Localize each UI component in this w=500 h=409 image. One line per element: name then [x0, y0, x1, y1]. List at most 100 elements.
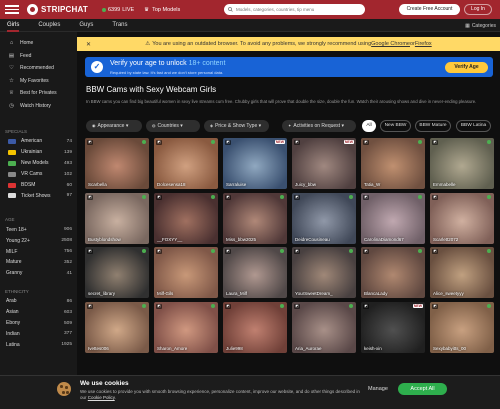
sidebar-item-ethnicity[interactable]: Ebony 509	[0, 318, 77, 329]
pill-all[interactable]: All	[362, 120, 376, 132]
sidebar-item-favorites[interactable]: ☆ My Favorites	[0, 75, 77, 88]
sidebar-item-privates[interactable]: ♕ Best for Privates	[0, 87, 77, 100]
model-card[interactable]: ◩ Miss_bbw2025	[223, 192, 287, 244]
hd-badge-icon: ◩	[225, 194, 231, 200]
sidebar-item-special[interactable]: Ukrainian 139	[0, 147, 77, 158]
sidebar-item-home[interactable]: ⌂ Home	[0, 37, 77, 50]
sidebar-row-count: 2508	[61, 238, 72, 244]
model-card[interactable]: ◩ Sexybabyitts_00	[430, 301, 494, 353]
sidebar-item-special[interactable]: BDSM 60	[0, 180, 77, 191]
appearance-filter[interactable]: ◉ Appearance ▾	[86, 120, 142, 132]
close-icon[interactable]: ✕	[86, 41, 91, 48]
sidebar-item-ethnicity[interactable]: Latina 1925	[0, 339, 77, 350]
create-account-button[interactable]: Create Free Account	[399, 4, 460, 15]
pill-new-bbw[interactable]: New BBW	[380, 120, 411, 132]
model-card[interactable]: ◩ Emmabelle	[430, 138, 494, 190]
hd-badge-icon: ◩	[156, 303, 162, 309]
model-card[interactable]: ◩ DeidreCousineau	[292, 192, 356, 244]
sidebar-item-special[interactable]: New Models 493	[0, 158, 77, 169]
firefox-link[interactable]: Firefox	[415, 41, 432, 47]
tab-trans[interactable]: Trans	[112, 19, 127, 32]
shield-check-icon: ✓	[91, 61, 103, 73]
model-card[interactable]: ◩ Scarlett2072	[430, 192, 494, 244]
sidebar-item-age[interactable]: Granny 41	[0, 268, 77, 279]
online-dot-icon	[211, 303, 215, 308]
model-name: YourSweetDream_	[295, 291, 333, 297]
model-card[interactable]: ◩ Alice_sweetyyy	[430, 247, 494, 299]
cookie-policy-link[interactable]: Cookie Policy	[88, 395, 115, 400]
specials-heading: SPECIALS	[5, 129, 28, 134]
online-dot-icon	[487, 140, 491, 144]
model-name: Scarbella	[88, 182, 107, 188]
model-name: Alice_sweetyyy	[433, 291, 464, 297]
sidebar-item-age[interactable]: Teen 18+ 906	[0, 224, 77, 235]
model-card[interactable]: ◩ Laura_Milf	[223, 247, 287, 299]
accept-all-button[interactable]: Accept All	[398, 383, 447, 395]
sidebar-item-age[interactable]: MILF 756	[0, 246, 77, 257]
online-dot-icon	[142, 194, 146, 199]
sidebar-item-special[interactable]: VR Cams 102	[0, 169, 77, 180]
menu-icon[interactable]	[5, 5, 19, 14]
sidebar-item-recommended[interactable]: ♡ Recommended	[0, 62, 77, 75]
verify-age-banner: ✓ Verify your age to unlock 18+ content …	[85, 57, 493, 77]
sidebar-item-special[interactable]: Ticket Shows 97	[0, 190, 77, 201]
model-card[interactable]: ◩ secret_library	[85, 247, 149, 299]
chrome-link[interactable]: Google Chrome	[371, 41, 410, 47]
search-icon	[228, 7, 233, 12]
sidebar-item-ethnicity[interactable]: Indian 377	[0, 328, 77, 339]
model-card[interactable]: ◩ NEW keish-xin	[361, 301, 425, 353]
sidebar-row-label: Ticket Shows	[21, 192, 51, 199]
model-card[interactable]: ◩ Dolcesensa18	[154, 138, 218, 190]
model-card[interactable]: ◩ Aria_Aurorae	[292, 301, 356, 353]
verify-age-button[interactable]: Verify Age	[445, 62, 488, 73]
model-name: Sarraluise	[226, 182, 247, 188]
pill-bbw-mature[interactable]: BBW Mature	[415, 120, 451, 132]
hd-badge-icon: ◩	[156, 140, 162, 145]
logo[interactable]: STRIPCHAT	[27, 4, 88, 15]
feed-icon: ▤	[8, 52, 15, 59]
top-models-link[interactable]: ♛ Top Models	[144, 7, 180, 13]
sidebar-item-feed[interactable]: ▤ Feed	[0, 50, 77, 63]
model-name: __FOXYY__	[157, 236, 183, 242]
verify-subtitle: Required by state law. It's fast and we …	[110, 69, 224, 75]
model-card[interactable]: ◩ Scarbella	[85, 138, 149, 190]
sidebar-item-ethnicity[interactable]: Arab 86	[0, 296, 77, 307]
tab-girls[interactable]: Girls	[7, 19, 20, 32]
tab-guys[interactable]: Guys	[79, 19, 93, 32]
filter-bar: ◉ Appearance ▾ ◍ Countries ▾ ◈ Price & Show…	[86, 120, 496, 133]
sidebar-item-ethnicity[interactable]: Asian 603	[0, 307, 77, 318]
model-card[interactable]: ◩ __FOXYY__	[154, 192, 218, 244]
online-dot-icon	[211, 194, 215, 199]
new-badge: NEW	[343, 140, 354, 144]
model-card[interactable]: ◩ Bustyblondshow	[85, 192, 149, 244]
model-card[interactable]: ◩ Ivettes006	[85, 301, 149, 353]
model-card[interactable]: ◩ CarolinaDiamond67	[361, 192, 425, 244]
pill-bbw-latina[interactable]: BBW Latina	[456, 120, 491, 132]
search-input[interactable]: Models, categories, countries, tip menu	[224, 4, 365, 15]
price-filter[interactable]: ◈ Price & Show Type ▾	[204, 120, 269, 132]
tab-couples[interactable]: Couples	[38, 19, 60, 32]
model-card[interactable]: ◩ BlancaLady	[361, 247, 425, 299]
activities-filter[interactable]: ✦ Activities on Request ▾	[282, 120, 356, 132]
sidebar-item-history[interactable]: ◷ Watch History	[0, 100, 77, 113]
login-button[interactable]: Log In	[464, 4, 492, 15]
sidebar-item-special[interactable]: American 74	[0, 136, 77, 147]
categories-button[interactable]: ▦ Categories	[465, 19, 496, 32]
model-card[interactable]: ◩ Tatia_W	[361, 138, 425, 190]
hd-badge-icon: ◩	[432, 140, 438, 145]
model-name: Laura_Milf	[226, 291, 248, 297]
cookie-title: We use cookies	[80, 380, 129, 387]
countries-filter[interactable]: ◍ Countries ▾	[146, 120, 200, 132]
model-card[interactable]: ◩ NEW Sarraluise	[223, 138, 287, 190]
manage-cookies-button[interactable]: Manage	[368, 386, 388, 392]
sidebar-item-age[interactable]: Young 22+ 2508	[0, 235, 77, 246]
hd-badge-icon: ◩	[294, 194, 300, 200]
model-card[interactable]: ◩ YourSweetDream_	[292, 247, 356, 299]
hd-badge-icon: ◩	[225, 303, 231, 309]
sidebar-item-age[interactable]: Mature 352	[0, 257, 77, 268]
model-card[interactable]: ◩ Milf-Gils	[154, 247, 218, 299]
model-card[interactable]: ◩ Sharon_Amore	[154, 301, 218, 353]
model-card[interactable]: ◩ Julie998	[223, 301, 287, 353]
model-card[interactable]: ◩ NEW Juicy_bbw	[292, 138, 356, 190]
hd-badge-icon: ◩	[156, 194, 162, 200]
